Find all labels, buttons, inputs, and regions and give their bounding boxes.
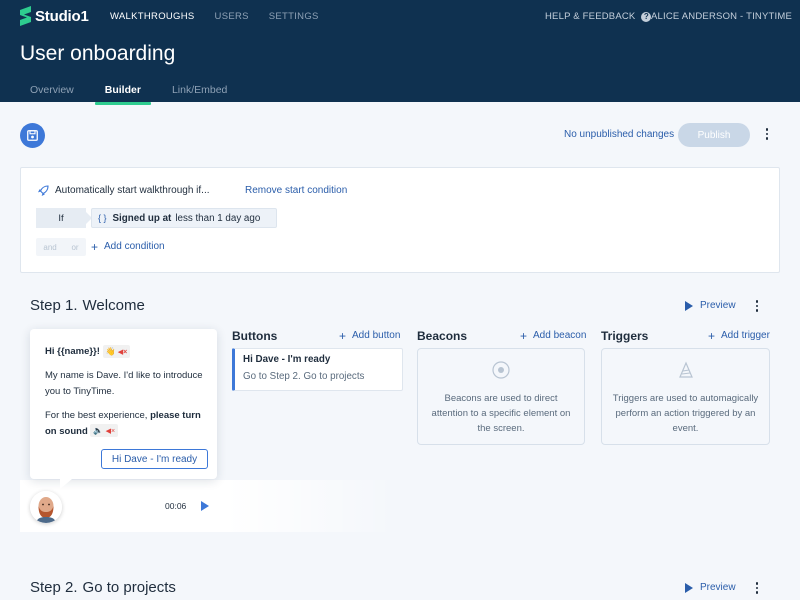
chat-message-card[interactable]: Hi {{name}}! 👋 ◀× My name is Dave. I'd l… [30,329,217,489]
step-1-preview-button[interactable]: Preview [685,300,736,311]
plus-icon: + [91,239,99,254]
rocket-icon [38,185,49,196]
rule-operator: less than 1 day ago [175,212,261,224]
mute-icon: ◀× [105,428,116,436]
page-tabs: Overview Builder Link/Embed [20,80,248,105]
preview-label: Preview [700,300,736,311]
message-cta-button[interactable]: Hi Dave - I'm ready [101,449,208,469]
start-condition-panel: Automatically start walkthrough if... Re… [20,167,780,273]
if-operator: If [36,208,92,228]
button-item[interactable]: Hi Dave - I'm ready Go to Step 2. Go to … [232,348,403,391]
mute-icon: ◀× [117,348,128,356]
top-navigation: WALKTHROUGHS USERS SETTINGS [110,11,339,22]
save-button[interactable] [20,123,45,148]
wave-emoji: 👋 ◀× [102,344,131,358]
add-condition-label: Add condition [104,241,165,252]
brace-icon: { } [98,213,107,223]
rule-property: Signed up at [112,212,172,224]
add-button-link[interactable]: + Add button [339,328,401,343]
logo-icon [20,6,31,26]
plus-icon: + [339,328,347,343]
button-item-action: Go to Step 2. Go to projects [243,371,365,382]
add-button-label: Add button [352,330,401,341]
help-label: HELP & FEEDBACK [545,11,636,22]
play-icon [685,582,693,593]
page-title: User onboarding [20,42,176,65]
add-trigger-link[interactable]: + Add trigger [708,328,770,343]
tab-link-embed[interactable]: Link/Embed [162,80,237,103]
condition-rule[interactable]: { } Signed up at less than 1 day ago [91,208,277,228]
button-item-label: Hi Dave - I'm ready [243,354,331,365]
greeting-text: Hi {{name}}! [45,346,100,357]
tab-builder[interactable]: Builder [94,80,152,105]
message-greeting: Hi {{name}}! 👋 ◀× [45,344,210,360]
add-beacon-link[interactable]: + Add beacon [520,328,587,343]
nav-settings[interactable]: SETTINGS [269,11,319,22]
app-logo[interactable]: Studio1 [20,6,89,26]
add-trigger-label: Add trigger [721,330,770,341]
step-2-name[interactable]: Go to projects [83,579,176,596]
add-beacon-label: Add beacon [533,330,587,341]
step-2-title: Step 2. Go to projects [30,579,176,596]
and-or-toggle[interactable]: and or [36,238,86,256]
more-options-icon[interactable] [761,127,773,141]
add-condition-button[interactable]: + Add condition [91,239,165,254]
triggers-empty-state: Triggers are used to automagically perfo… [601,348,770,445]
speaker-emoji: 🔈 ◀× [90,424,119,438]
tab-overview[interactable]: Overview [20,80,84,103]
triggers-column-title: Triggers [601,329,649,343]
triggers-empty-text: Triggers are used to automagically perfo… [612,393,759,434]
beacons-empty-text: Beacons are used to direct attention to … [431,393,571,434]
step-1-more-icon[interactable] [751,299,763,313]
app-name: Studio1 [35,7,89,25]
or-option[interactable]: or [71,243,78,252]
help-feedback-link[interactable]: HELP & FEEDBACK ? [545,11,652,22]
audio-duration: 00:06 [165,501,187,511]
app-header: Studio1 WALKTHROUGHS USERS SETTINGS HELP… [0,0,800,105]
step-1-number: Step 1. [30,297,78,314]
buttons-column-title: Buttons [232,329,278,343]
nav-walkthroughs[interactable]: WALKTHROUGHS [110,11,195,22]
avatar-face-icon [30,491,62,523]
save-icon [27,130,38,141]
help-icon: ? [641,11,652,22]
remove-start-condition-link[interactable]: Remove start condition [245,185,347,196]
trigger-icon [678,361,693,378]
and-option[interactable]: and [43,243,56,252]
plus-icon: + [708,328,716,343]
step-1-title: Step 1. Welcome [30,297,145,314]
beacons-column-title: Beacons [417,329,468,343]
message-line-2: For the best experience, please turn on … [45,408,210,439]
avatar[interactable] [30,491,62,523]
publish-status: No unpublished changes [564,129,675,140]
account-menu[interactable]: ALICE ANDERSON - TINYTIME [651,11,792,22]
plus-icon: + [520,328,528,343]
play-icon [685,300,693,311]
step-1-name[interactable]: Welcome [83,297,145,314]
step-2-preview-button[interactable]: Preview [685,582,736,593]
start-condition-heading: Automatically start walkthrough if... [38,185,210,196]
message-line-1: My name is Dave. I'd like to introduce y… [45,370,203,397]
start-condition-text: Automatically start walkthrough if... [55,185,210,196]
message-line-2-prefix: For the best experience, [45,410,148,421]
preview-label: Preview [700,582,736,593]
nav-users[interactable]: USERS [215,11,249,22]
audio-play-icon[interactable] [201,501,209,511]
beacons-empty-state: Beacons are used to direct attention to … [417,348,585,445]
step-2-more-icon[interactable] [751,581,763,595]
step-2-number: Step 2. [30,579,78,596]
publish-button[interactable]: Publish [678,123,750,147]
beacon-icon [492,361,510,379]
